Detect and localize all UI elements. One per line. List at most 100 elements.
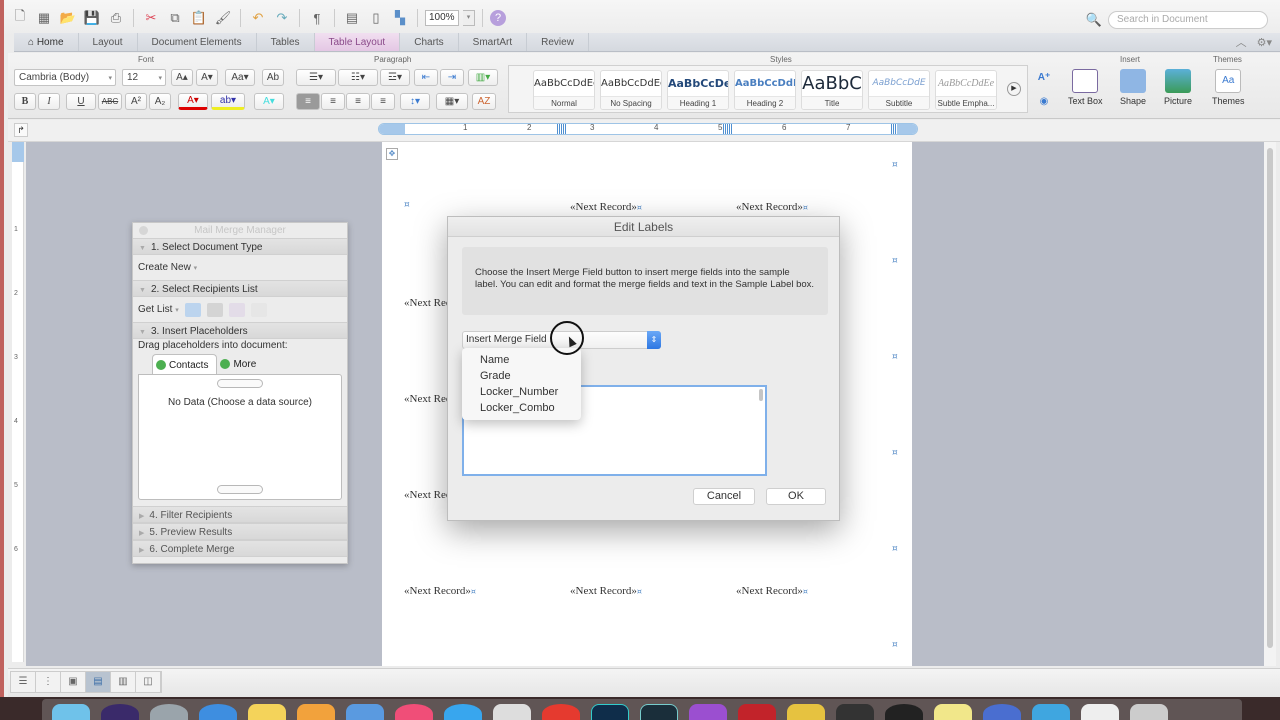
shrink-font-button[interactable]: A▾: [196, 69, 218, 86]
dock-stickies-icon[interactable]: [934, 704, 972, 720]
merge-field-next-record[interactable]: «Next Record»¤: [736, 585, 808, 597]
decrease-indent-button[interactable]: ⇤: [414, 69, 438, 86]
align-right-button[interactable]: ≡: [346, 93, 370, 110]
highlight-button[interactable]: ab▾: [211, 93, 245, 110]
column-marker[interactable]: [723, 124, 733, 134]
dock-lightroom-icon[interactable]: [640, 704, 678, 720]
placeholder-list[interactable]: No Data (Choose a data source): [138, 374, 342, 500]
dock-folder-icon[interactable]: [1081, 704, 1119, 720]
superscript-button[interactable]: A²: [125, 93, 147, 110]
style-title[interactable]: AaBbC Title: [801, 70, 863, 110]
outline-view-button[interactable]: ⋮: [36, 672, 61, 692]
tab-more[interactable]: More: [217, 354, 264, 374]
open-icon[interactable]: 📂: [58, 8, 78, 28]
tab-layout[interactable]: Layout: [79, 33, 138, 51]
find-recipient-icon[interactable]: [184, 302, 201, 317]
merge-field-next-record[interactable]: «Next Record»¤: [404, 585, 476, 597]
horizontal-ruler[interactable]: 1 2 3 4 5 6 7: [378, 123, 918, 135]
table-move-handle-icon[interactable]: ✥: [386, 148, 398, 160]
font-size-select[interactable]: 12 ▾: [122, 69, 166, 86]
get-list-button[interactable]: Get List ▾: [138, 297, 179, 323]
media-browser-icon[interactable]: ▚: [390, 8, 410, 28]
section-preview-results[interactable]: ▶ 5. Preview Results: [133, 523, 347, 540]
tab-table-layout[interactable]: Table Layout: [314, 33, 401, 51]
clear-formatting-button[interactable]: Ab: [262, 69, 284, 86]
merge-field-next-record[interactable]: «Next Record»¤: [736, 201, 808, 213]
font-color-button[interactable]: A▾: [178, 93, 208, 110]
style-heading-1[interactable]: AaBbCcDe Heading 1: [667, 70, 729, 110]
zoom-field[interactable]: 100%: [425, 10, 459, 26]
menu-item-locker-combo[interactable]: Locker_Combo: [462, 400, 581, 416]
help-icon[interactable]: ?: [490, 10, 506, 26]
text-box-button[interactable]: Text Box: [1068, 69, 1103, 106]
ok-button[interactable]: OK: [766, 488, 826, 505]
focus-view-button[interactable]: ◫: [136, 672, 161, 692]
cancel-button[interactable]: Cancel: [693, 488, 755, 505]
dock-pages-icon[interactable]: [297, 704, 335, 720]
dock-app-blue-icon[interactable]: [983, 704, 1021, 720]
align-center-button[interactable]: ≡: [321, 93, 345, 110]
vertical-ruler[interactable]: 1 2 3 4 5 6: [12, 142, 24, 662]
shape-button[interactable]: Shape: [1120, 69, 1146, 106]
notebook-view-button[interactable]: ▥: [111, 672, 136, 692]
section-filter-recipients[interactable]: ▶ 4. Filter Recipients: [133, 506, 347, 523]
dock-app-red-icon[interactable]: [738, 704, 776, 720]
themes-button[interactable]: Aa Themes: [1212, 69, 1245, 106]
merge-field-next-record[interactable]: «Next Record»¤: [570, 201, 642, 213]
undo-icon[interactable]: ↶: [248, 8, 268, 28]
section-insert-placeholders[interactable]: ▼ 3. Insert Placeholders: [133, 322, 347, 339]
strikethrough-button[interactable]: ABC: [98, 93, 122, 110]
numbering-button[interactable]: ☷▾: [338, 69, 378, 86]
close-icon[interactable]: [139, 226, 148, 235]
copy-icon[interactable]: ⧉: [165, 8, 185, 28]
tab-home[interactable]: ⌂ Home: [14, 33, 79, 51]
tab-stop-selector[interactable]: ↱: [14, 123, 28, 137]
tab-document-elements[interactable]: Document Elements: [138, 33, 257, 51]
templates-icon[interactable]: ▦: [34, 8, 54, 28]
borders-button[interactable]: ▦▾: [436, 93, 468, 110]
bullets-button[interactable]: ☰▾: [296, 69, 336, 86]
dock-app-hands-icon[interactable]: [1032, 704, 1070, 720]
font-name-select[interactable]: Cambria (Body) ▾: [14, 69, 116, 86]
textbox-scrollbar[interactable]: [759, 389, 763, 401]
print-layout-view-button[interactable]: ▤: [86, 672, 111, 692]
redo-icon[interactable]: ↷: [272, 8, 292, 28]
panel-title-bar[interactable]: Mail Merge Manager: [133, 223, 347, 238]
sort-button[interactable]: AZ: [472, 93, 496, 110]
search-input[interactable]: Search in Document: [1108, 11, 1268, 29]
gear-icon[interactable]: ⚙▾: [1257, 36, 1272, 49]
underline-button[interactable]: U: [66, 93, 96, 110]
toolbox-icon[interactable]: ▯: [366, 8, 386, 28]
text-styles-icon[interactable]: A⁺: [1032, 69, 1056, 86]
collapse-ribbon-icon[interactable]: ︿: [1236, 34, 1247, 50]
justify-button[interactable]: ≡: [371, 93, 395, 110]
dock-trash-icon[interactable]: [1130, 704, 1168, 720]
section-select-recipients[interactable]: ▼ 2. Select Recipients List: [133, 280, 347, 297]
dock-app-video-icon[interactable]: [836, 704, 874, 720]
style-normal[interactable]: AaBbCcDdEe Normal: [533, 70, 595, 110]
dock-finder-icon[interactable]: [52, 704, 90, 720]
dock-obs-icon[interactable]: [885, 704, 923, 720]
dock-chrome-icon[interactable]: [542, 704, 580, 720]
new-document-icon[interactable]: 🗋: [10, 8, 30, 28]
dock-preview-icon[interactable]: [346, 704, 384, 720]
increase-indent-button[interactable]: ⇥: [440, 69, 464, 86]
paste-icon[interactable]: 📋: [189, 8, 209, 28]
dock-photoshop-icon[interactable]: [591, 704, 629, 720]
create-new-button[interactable]: Create New ▾: [138, 255, 197, 281]
edit-list-icon[interactable]: [228, 302, 245, 317]
italic-button[interactable]: I: [38, 93, 60, 110]
pilcrow-icon[interactable]: ¶: [307, 8, 327, 28]
data-source-icon[interactable]: [250, 302, 267, 317]
column-marker[interactable]: [891, 124, 897, 134]
draft-view-button[interactable]: ☰: [11, 672, 36, 692]
change-case-button[interactable]: Aa▾: [225, 69, 255, 86]
dock-siri-icon[interactable]: [101, 704, 139, 720]
dock-app-store-icon[interactable]: [444, 704, 482, 720]
grow-font-button[interactable]: A▴: [171, 69, 193, 86]
format-painter-icon[interactable]: 🖌: [213, 8, 233, 28]
style-no-spacing[interactable]: AaBbCcDdEe No Spacing: [600, 70, 662, 110]
publishing-view-button[interactable]: ▣: [61, 672, 86, 692]
tab-charts[interactable]: Charts: [400, 33, 459, 51]
tab-contacts[interactable]: Contacts: [152, 354, 218, 374]
